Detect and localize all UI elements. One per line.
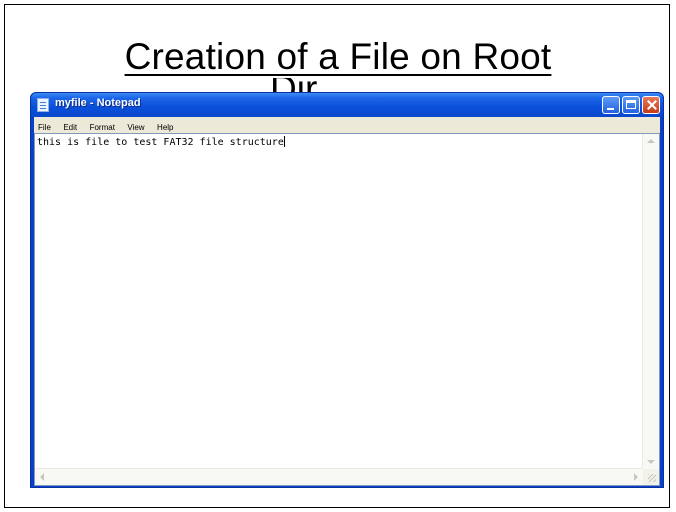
editor-content: this is file to test FAT32 file structur… <box>37 137 284 148</box>
slide-title: Creation of a File on Root <box>124 36 552 77</box>
maximize-button[interactable] <box>622 96 640 114</box>
minimize-button[interactable] <box>602 96 620 114</box>
text-caret <box>283 136 285 147</box>
scroll-left-icon[interactable] <box>40 473 44 481</box>
menu-file[interactable]: File <box>34 120 55 132</box>
text-editor-area[interactable]: this is file to test FAT32 file structur… <box>34 133 660 486</box>
scroll-right-icon[interactable] <box>634 473 638 481</box>
scroll-down-icon[interactable] <box>647 460 655 464</box>
close-button[interactable] <box>642 96 660 114</box>
menu-view[interactable]: View <box>123 120 148 132</box>
notepad-window: myfile - Notepad File Edit Format View H… <box>30 92 664 488</box>
notepad-icon[interactable] <box>37 98 49 112</box>
menu-edit[interactable]: Edit <box>59 120 81 132</box>
menu-format[interactable]: Format <box>86 120 119 132</box>
menu-help[interactable]: Help <box>153 120 177 132</box>
menu-bar: File Edit Format View Help <box>34 117 660 133</box>
editor-text[interactable]: this is file to test FAT32 file structur… <box>37 136 285 148</box>
vertical-scrollbar[interactable] <box>642 134 659 469</box>
scroll-up-icon[interactable] <box>647 139 655 143</box>
notepad-title-bar[interactable]: myfile - Notepad <box>31 93 663 117</box>
resize-grip-icon[interactable] <box>643 469 659 485</box>
horizontal-scrollbar[interactable] <box>35 468 643 485</box>
window-title: myfile - Notepad <box>55 97 141 109</box>
